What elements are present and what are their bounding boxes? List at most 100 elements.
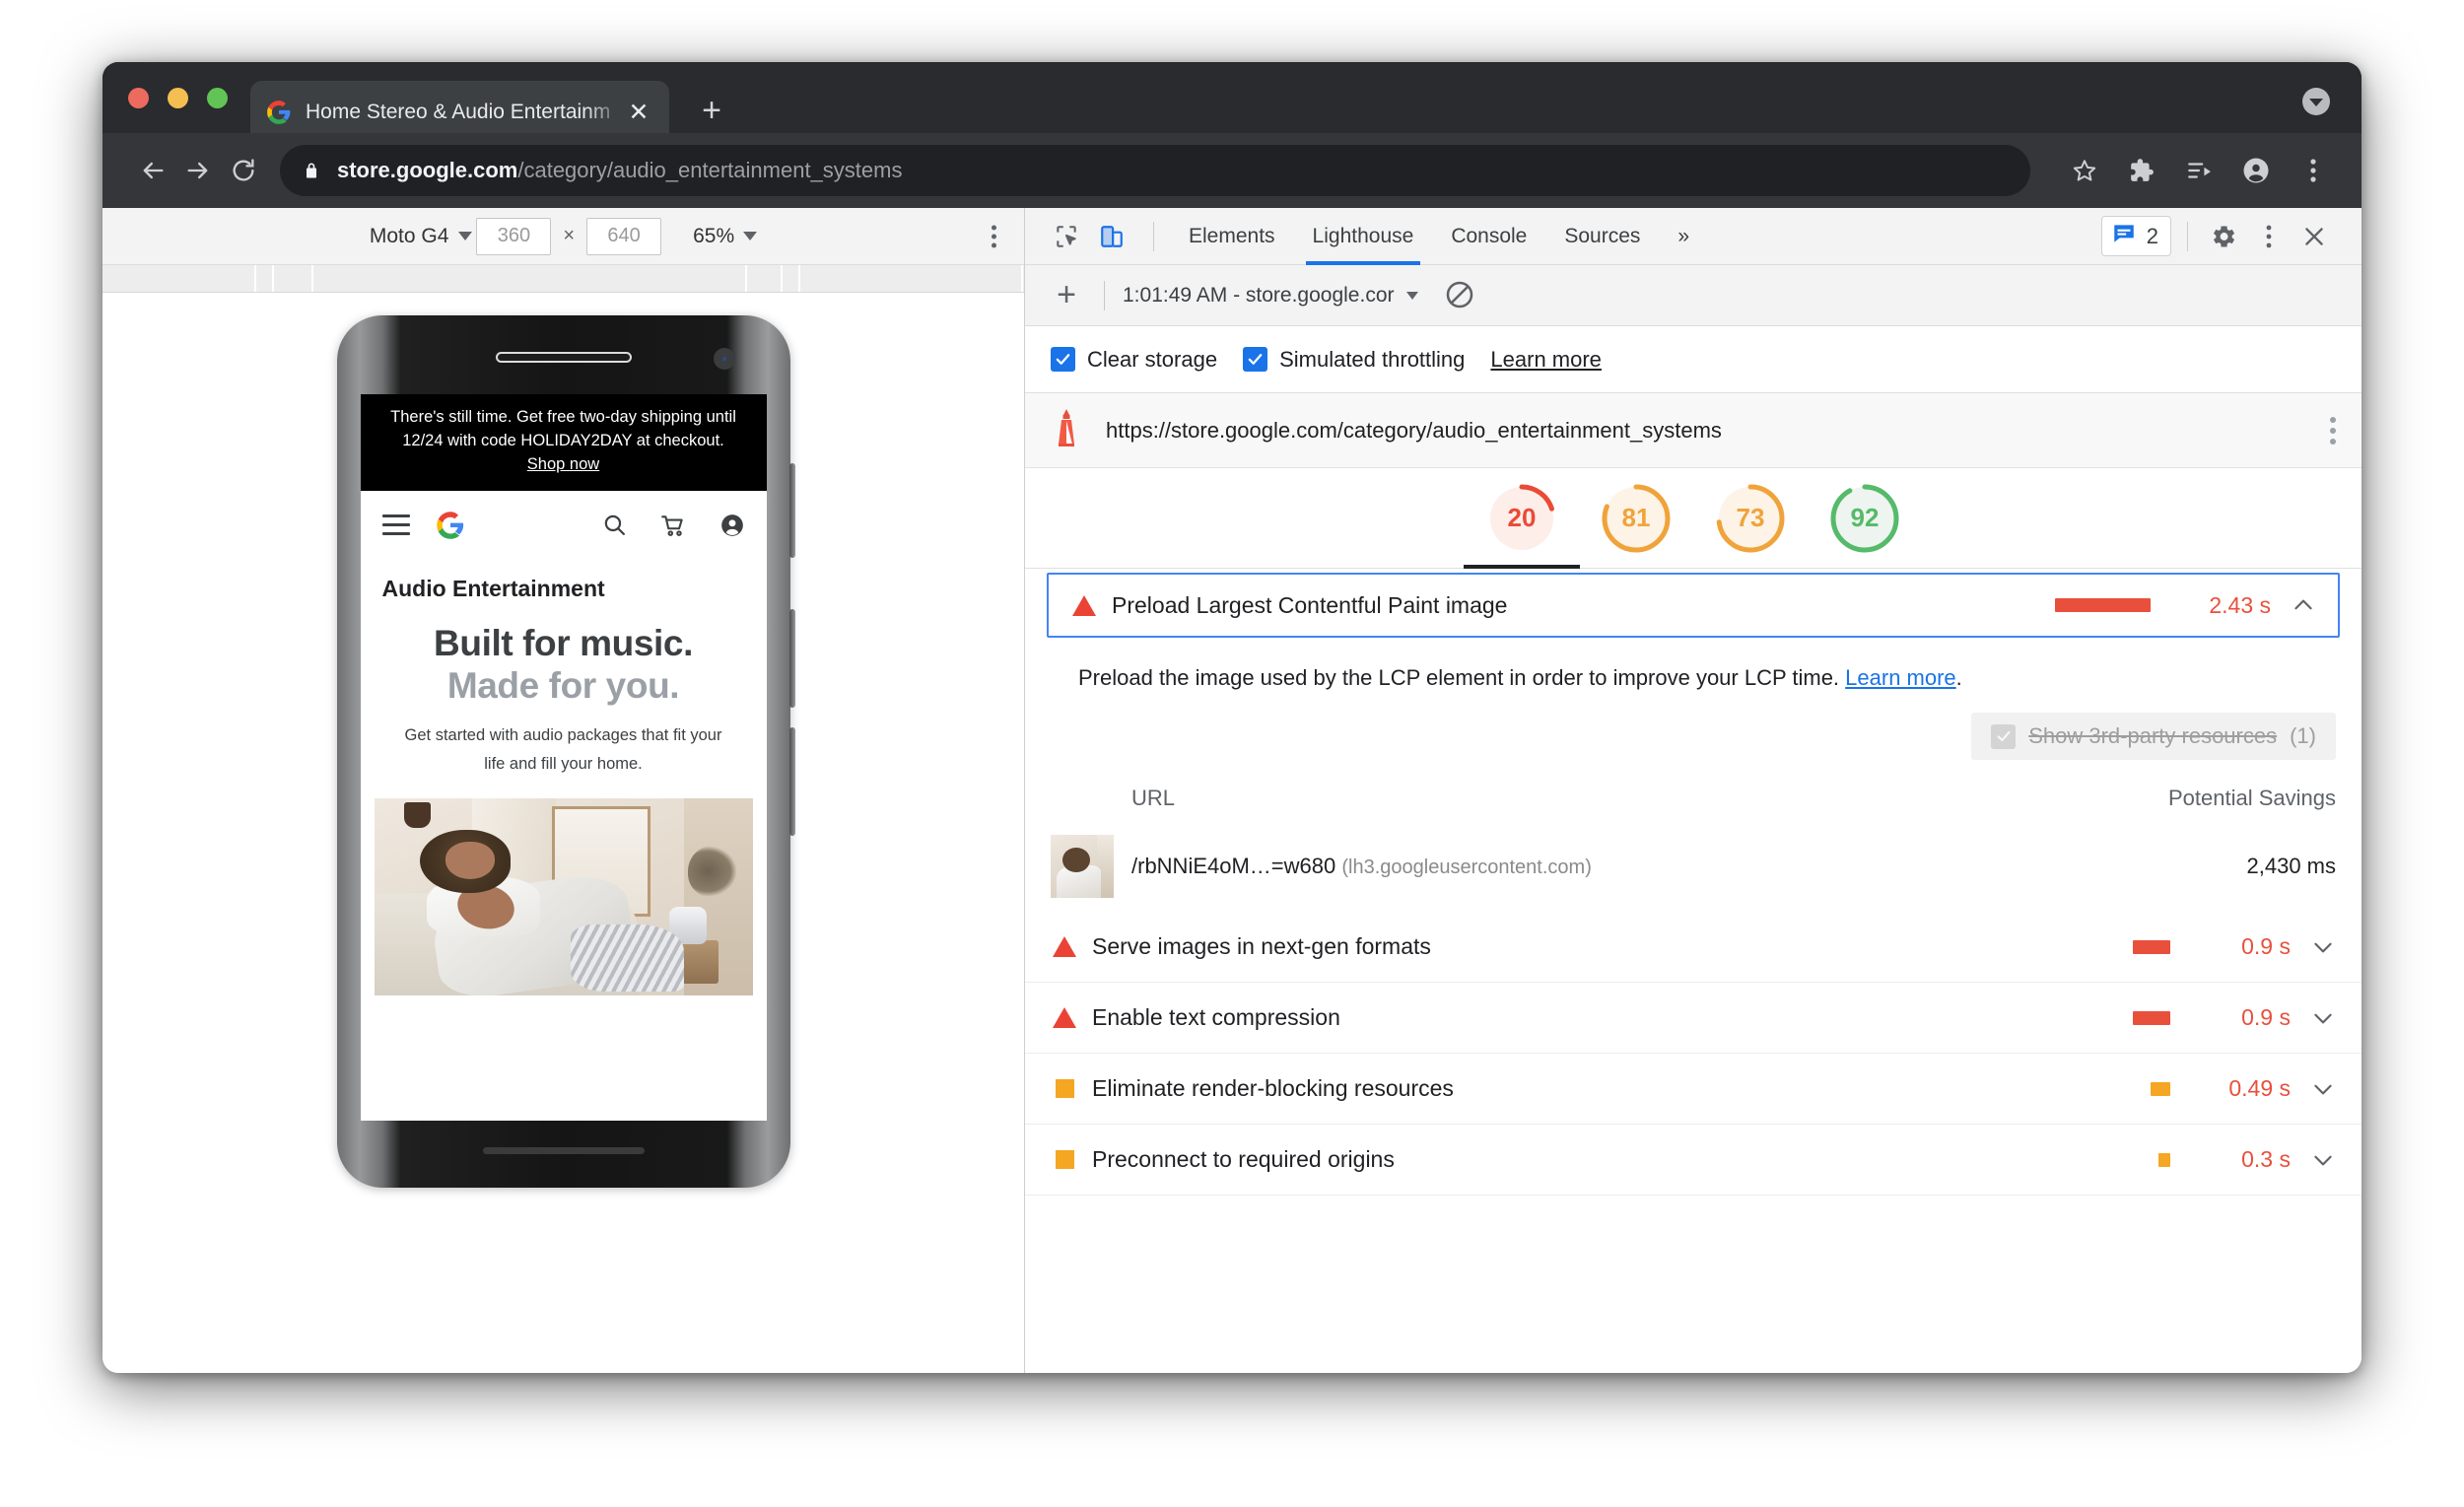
device-selector[interactable]: Moto G4 xyxy=(370,225,473,248)
audited-url-text: https://store.google.com/category/audio_… xyxy=(1106,417,1722,443)
device-toolbar: Moto G4 360 × 640 65% xyxy=(103,208,1024,265)
phone-home-bar xyxy=(482,1147,645,1154)
lighthouse-icon xyxy=(1051,408,1084,452)
phone-frame: There's still time. Get free two-day shi… xyxy=(336,315,795,1188)
hero-headline: Built for music. Made for you. xyxy=(400,622,727,708)
table-header-row: URL Potential Savings xyxy=(1051,776,2336,821)
device-toggle-icon[interactable] xyxy=(1092,217,1131,256)
audit-row[interactable]: Preconnect to required origins 0.3 s xyxy=(1025,1125,2361,1196)
profile-avatar-icon[interactable] xyxy=(2235,150,2277,191)
forward-arrow-icon[interactable] xyxy=(175,148,221,193)
third-party-box[interactable]: Show 3rd-party resources (1) xyxy=(1971,713,2336,760)
severity-triangle-icon xyxy=(1051,936,1078,957)
tab-sources[interactable]: Sources xyxy=(1545,208,1659,265)
chevron-down-icon[interactable] xyxy=(2291,934,2336,960)
inspect-element-icon[interactable] xyxy=(1047,217,1086,256)
more-tabs-icon[interactable]: » xyxy=(1659,208,1708,265)
score-gauge-performance[interactable]: 20 xyxy=(1464,482,1580,569)
audit-row[interactable]: Serve images in next-gen formats 0.9 s xyxy=(1025,912,2361,983)
new-report-button[interactable]: + xyxy=(1047,276,1086,314)
audit-value: 2.43 s xyxy=(2209,591,2271,618)
promo-link[interactable]: Shop now xyxy=(527,455,599,473)
device-options-menu-icon[interactable] xyxy=(992,225,996,247)
tab-search-icon[interactable] xyxy=(2302,88,2330,115)
hero-headline-dark: Built for music. xyxy=(434,622,693,663)
tab-lighthouse[interactable]: Lighthouse xyxy=(1294,208,1433,265)
checkbox-checked-icon[interactable] xyxy=(1051,347,1075,372)
reload-icon[interactable] xyxy=(221,148,266,193)
devtools-tab-bar: Elements Lighthouse Console Sources » 2 xyxy=(1025,208,2361,265)
table-row[interactable]: /rbNNiE4oM…=w680 (lh3.googleusercontent.… xyxy=(1051,821,2336,912)
hamburger-menu-icon[interactable] xyxy=(381,509,410,541)
chevron-down-icon[interactable] xyxy=(2291,1076,2336,1102)
chevron-down-icon[interactable] xyxy=(2291,1147,2336,1173)
promo-text: There's still time. Get free two-day shi… xyxy=(390,408,736,449)
chevron-down-icon xyxy=(1405,291,1418,300)
audit-list: Preload Largest Contentful Paint image 2… xyxy=(1025,569,2361,1373)
chevron-up-icon[interactable] xyxy=(2271,592,2316,618)
account-circle-icon[interactable] xyxy=(719,513,745,538)
close-window-button[interactable] xyxy=(128,88,149,108)
simulated-throttling-checkbox-row[interactable]: Simulated throttling xyxy=(1243,347,1465,373)
tab-elements[interactable]: Elements xyxy=(1170,208,1294,265)
maximize-window-button[interactable] xyxy=(207,88,228,108)
clear-reports-icon[interactable] xyxy=(1444,279,1477,312)
bookmark-star-icon[interactable] xyxy=(2064,150,2105,191)
learn-more-link[interactable]: Learn more xyxy=(1490,347,1602,373)
devtools-panel: Elements Lighthouse Console Sources » 2 xyxy=(1025,208,2361,1373)
audit-row-expanded[interactable]: Preload Largest Contentful Paint image 2… xyxy=(1047,573,2340,638)
devtools-menu-icon[interactable] xyxy=(2249,217,2289,256)
back-arrow-icon[interactable] xyxy=(130,148,175,193)
minimize-window-button[interactable] xyxy=(168,88,188,108)
puzzle-piece-icon[interactable] xyxy=(2121,150,2162,191)
audit-title: Preload Largest Contentful Paint image xyxy=(1112,591,1508,618)
message-badge-icon xyxy=(2111,221,2137,251)
impact-bar xyxy=(2133,939,2170,954)
audit-title: Eliminate render-blocking resources xyxy=(1092,1075,1454,1101)
window-controls[interactable] xyxy=(128,88,228,108)
score-value: 92 xyxy=(1850,503,1880,532)
new-tab-button[interactable]: + xyxy=(694,94,729,130)
address-bar[interactable]: store.google.com/category/audio_entertai… xyxy=(280,145,2030,196)
checkbox-checked-icon[interactable] xyxy=(1243,347,1268,372)
audit-row[interactable]: Eliminate render-blocking resources 0.49… xyxy=(1025,1054,2361,1125)
hero-section: Built for music. Made for you. Get start… xyxy=(361,608,767,779)
media-list-icon[interactable] xyxy=(2178,150,2220,191)
clear-storage-checkbox-row[interactable]: Clear storage xyxy=(1051,347,1217,373)
zoom-selector[interactable]: 65% xyxy=(693,224,758,248)
message-badge[interactable]: 2 xyxy=(2100,216,2171,256)
score-gauge-best-practices[interactable]: 73 xyxy=(1714,482,1787,555)
hero-headline-muted: Made for you. xyxy=(446,665,680,707)
search-icon[interactable] xyxy=(602,513,627,537)
report-selector[interactable]: 1:01:49 AM - store.google.cor xyxy=(1123,284,1418,308)
shopping-cart-icon[interactable] xyxy=(660,513,686,538)
score-gauge-accessibility[interactable]: 81 xyxy=(1600,482,1673,555)
close-icon[interactable]: ✕ xyxy=(624,100,653,125)
gear-icon[interactable] xyxy=(2204,217,2243,256)
close-icon[interactable] xyxy=(2294,217,2334,256)
viewport-width-input[interactable]: 360 xyxy=(476,217,552,255)
audit-learn-more-link[interactable]: Learn more xyxy=(1845,665,1956,690)
google-g-icon[interactable] xyxy=(436,511,465,540)
audit-description: Preload the image used by the LCP elemen… xyxy=(1051,638,2336,691)
ruler-segment xyxy=(256,265,274,292)
impact-bar xyxy=(2151,1081,2170,1096)
phone-speaker-grille xyxy=(495,352,632,363)
browser-menu-icon[interactable] xyxy=(2293,150,2334,191)
emulated-page-viewport[interactable]: There's still time. Get free two-day shi… xyxy=(360,394,767,1121)
ruler-segment xyxy=(747,265,783,292)
tab-console[interactable]: Console xyxy=(1432,208,1545,265)
viewport-height-input[interactable]: 640 xyxy=(586,217,662,255)
hero-image xyxy=(374,797,753,995)
score-gauge-seo[interactable]: 92 xyxy=(1828,482,1901,555)
audit-row[interactable]: Enable text compression 0.9 s xyxy=(1025,983,2361,1054)
zoom-value: 65% xyxy=(693,224,735,247)
ruler-segment xyxy=(313,265,747,292)
chevron-down-icon[interactable] xyxy=(2291,1005,2336,1031)
impact-bar xyxy=(2158,1152,2170,1167)
tab-title: Home Stereo & Audio Entertainm xyxy=(306,101,611,123)
dimension-separator: × xyxy=(563,225,576,246)
url-column-header: URL xyxy=(1131,786,1176,810)
ruler-segment xyxy=(800,265,1023,292)
report-options-menu-icon[interactable] xyxy=(2330,416,2336,445)
